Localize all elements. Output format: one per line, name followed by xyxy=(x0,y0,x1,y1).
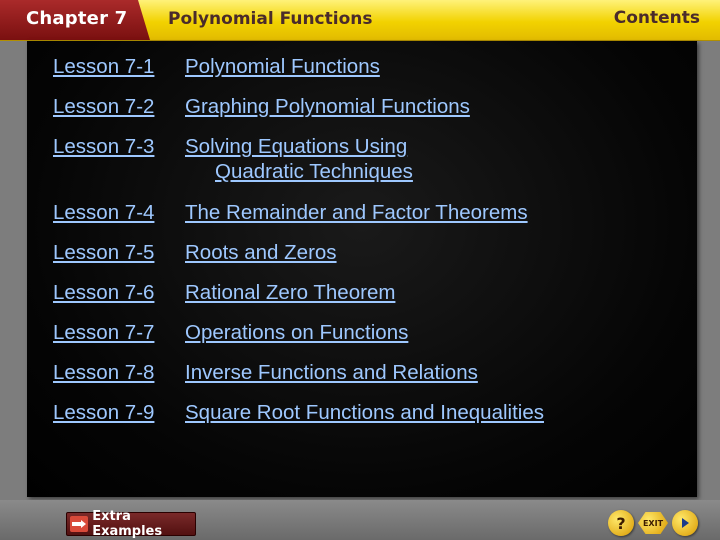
lesson-link-7-5[interactable]: Lesson 7-5 Roots and Zeros xyxy=(53,241,544,265)
lesson-link-7-6[interactable]: Lesson 7-6 Rational Zero Theorem xyxy=(53,281,544,305)
lesson-link-7-3[interactable]: Lesson 7-3 Solving Equations Using Quadr… xyxy=(53,135,544,185)
lesson-number: Lesson 7-3 xyxy=(53,135,155,158)
lesson-title: Roots and Zeros xyxy=(185,241,337,264)
help-button[interactable]: ? xyxy=(608,510,634,536)
lesson-panel: Lesson 7-1 Polynomial Functions Lesson 7… xyxy=(27,41,697,497)
extra-examples-button[interactable]: Extra Examples xyxy=(66,509,196,539)
lesson-number: Lesson 7-9 xyxy=(53,401,155,424)
lesson-link-7-1[interactable]: Lesson 7-1 Polynomial Functions xyxy=(53,55,544,79)
chapter-header: Chapter 7 Polynomial Functions Contents xyxy=(0,0,720,41)
lesson-number: Lesson 7-5 xyxy=(53,241,155,264)
lesson-link-7-2[interactable]: Lesson 7-2 Graphing Polynomial Functions xyxy=(53,95,544,119)
chapter-label[interactable]: Chapter 7 xyxy=(26,8,127,29)
lesson-number: Lesson 7-4 xyxy=(53,201,155,224)
lesson-number: Lesson 7-1 xyxy=(53,55,155,78)
lesson-title: Operations on Functions xyxy=(185,321,409,344)
pointing-hand-icon xyxy=(70,516,89,532)
lesson-number: Lesson 7-6 xyxy=(53,281,155,304)
contents-button[interactable]: Contents xyxy=(614,8,700,28)
next-arrow-icon xyxy=(682,518,689,528)
lesson-number: Lesson 7-7 xyxy=(53,321,155,344)
next-button[interactable] xyxy=(672,510,698,536)
exit-icon: EXIT xyxy=(642,518,664,528)
lesson-link-7-8[interactable]: Lesson 7-8 Inverse Functions and Relatio… xyxy=(53,361,544,385)
lesson-number: Lesson 7-8 xyxy=(53,361,155,384)
chapter-title: Polynomial Functions xyxy=(168,9,373,29)
extra-examples-label: Extra Examples xyxy=(92,509,163,539)
lesson-title: Polynomial Functions xyxy=(185,55,380,78)
lesson-title-line-1: Solving Equations Using xyxy=(185,135,408,158)
lesson-title: Inverse Functions and Relations xyxy=(185,361,478,384)
lesson-link-7-9[interactable]: Lesson 7-9 Square Root Functions and Ine… xyxy=(53,401,544,425)
lesson-title: Solving Equations Using Quadratic Techni… xyxy=(185,135,413,185)
lesson-number: Lesson 7-2 xyxy=(53,95,155,118)
lesson-list: Lesson 7-1 Polynomial Functions Lesson 7… xyxy=(53,55,544,425)
lesson-title: Rational Zero Theorem xyxy=(185,281,396,304)
lesson-title: The Remainder and Factor Theorems xyxy=(185,201,528,224)
lesson-link-7-4[interactable]: Lesson 7-4 The Remainder and Factor Theo… xyxy=(53,201,544,225)
question-mark-icon: ? xyxy=(616,513,626,533)
lesson-title-line-2: Quadratic Techniques xyxy=(215,160,413,183)
lesson-title: Square Root Functions and Inequalities xyxy=(185,401,544,424)
lesson-title: Graphing Polynomial Functions xyxy=(185,95,470,118)
lesson-link-7-7[interactable]: Lesson 7-7 Operations on Functions xyxy=(53,321,544,345)
